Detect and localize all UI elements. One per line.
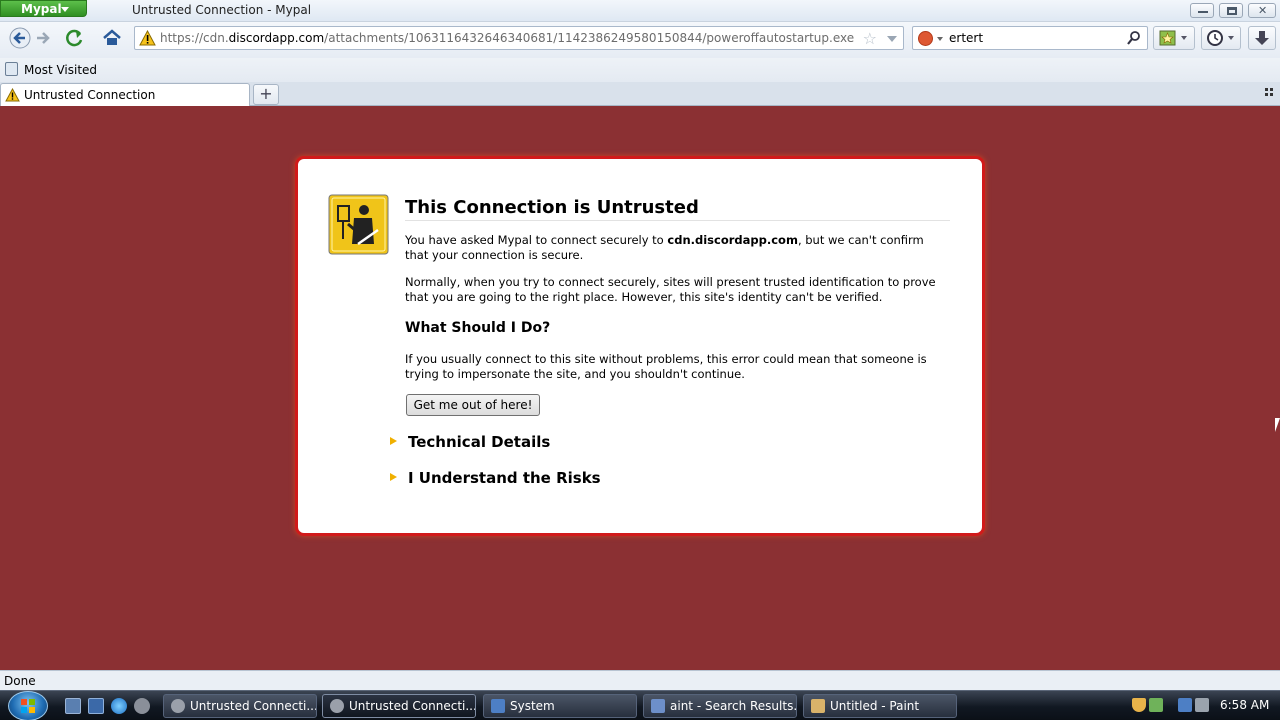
triangle-right-icon bbox=[390, 473, 397, 481]
expander-label: Technical Details bbox=[408, 433, 551, 451]
app-menu-label: Mypal bbox=[21, 2, 62, 16]
mouse-cursor bbox=[1275, 418, 1280, 432]
url-prefix: https://cdn. bbox=[160, 31, 229, 45]
mypal-quicklaunch-icon[interactable] bbox=[134, 698, 150, 714]
minimize-icon bbox=[1198, 11, 1208, 13]
home-button[interactable] bbox=[100, 27, 126, 49]
search-icon[interactable] bbox=[1127, 30, 1141, 46]
mypal-icon bbox=[171, 699, 185, 713]
title-bar: Mypal Untrusted Connection - Mypal ✕ bbox=[0, 0, 1280, 22]
windows-logo-icon bbox=[21, 699, 35, 713]
window-title: Untrusted Connection - Mypal bbox=[132, 3, 312, 17]
forward-button[interactable] bbox=[33, 27, 59, 49]
task-label: Untrusted Connecti... bbox=[190, 699, 317, 713]
clock-icon bbox=[1207, 30, 1234, 46]
paint-icon bbox=[811, 699, 825, 713]
taskbar-item-untrusted-2[interactable]: Untrusted Connecti... bbox=[322, 694, 476, 718]
back-arrow-icon bbox=[9, 27, 31, 49]
status-text: Done bbox=[4, 674, 36, 688]
task-label: Untitled - Paint bbox=[830, 699, 920, 713]
task-label: Untrusted Connecti... bbox=[349, 699, 476, 713]
internet-explorer-icon[interactable] bbox=[111, 698, 127, 714]
certificate-officer-icon bbox=[328, 194, 389, 255]
close-window-button[interactable]: ✕ bbox=[1248, 3, 1276, 18]
error-title: This Connection is Untrusted bbox=[405, 197, 699, 218]
page-content: This Connection is Untrusted You have as… bbox=[0, 106, 1280, 670]
shield-icon[interactable] bbox=[1132, 698, 1146, 712]
app-menu-button[interactable]: Mypal bbox=[0, 0, 87, 17]
error-host: cdn.discordapp.com bbox=[667, 233, 798, 247]
bookmark-star-icon[interactable]: ☆ bbox=[863, 29, 877, 48]
title-divider bbox=[405, 220, 950, 221]
search-engine-dropdown-icon[interactable] bbox=[937, 37, 943, 41]
search-bar[interactable]: ertert bbox=[912, 26, 1148, 50]
what-should-i-do-heading: What Should I Do? bbox=[405, 320, 551, 336]
understand-risks-expander[interactable]: I Understand the Risks bbox=[390, 469, 601, 487]
forward-arrow-icon bbox=[37, 32, 50, 44]
bookmark-label: Most Visited bbox=[24, 63, 98, 77]
search-results-icon bbox=[651, 699, 665, 713]
bookmarks-menu-button[interactable] bbox=[1153, 26, 1195, 50]
volume-muted-icon[interactable] bbox=[1195, 698, 1209, 712]
list-all-tabs-icon[interactable] bbox=[1265, 88, 1274, 97]
url-domain: discordapp.com bbox=[228, 31, 325, 45]
bookmark-folder-icon bbox=[5, 62, 18, 76]
show-desktop-icon[interactable] bbox=[65, 698, 81, 714]
taskbar-item-system[interactable]: System bbox=[483, 694, 637, 718]
reload-button[interactable] bbox=[63, 27, 89, 49]
tab-label: Untrusted Connection bbox=[24, 88, 156, 102]
history-button[interactable] bbox=[1201, 26, 1241, 50]
bookmarks-toolbar: Most Visited bbox=[0, 58, 1280, 82]
mypal-icon bbox=[330, 699, 344, 713]
url-text: https://cdn.discordapp.com/attachments/1… bbox=[160, 31, 854, 45]
error-dialog: This Connection is Untrusted You have as… bbox=[295, 156, 985, 536]
url-dropdown-icon[interactable] bbox=[887, 36, 897, 42]
start-button[interactable] bbox=[8, 691, 48, 720]
taskbar-item-untrusted-1[interactable]: Untrusted Connecti... bbox=[163, 694, 317, 718]
taskbar-item-paint[interactable]: Untitled - Paint bbox=[803, 694, 957, 718]
chevron-down-icon bbox=[61, 7, 69, 12]
task-label: aint - Search Results... bbox=[670, 699, 797, 713]
search-input[interactable]: ertert bbox=[949, 31, 983, 45]
taskbar: Untrusted Connecti... Untrusted Connecti… bbox=[0, 690, 1280, 720]
error-description: You have asked Mypal to connect securely… bbox=[405, 233, 945, 263]
system-icon bbox=[491, 699, 505, 713]
close-icon: ✕ bbox=[1258, 4, 1268, 17]
maximize-button[interactable] bbox=[1219, 3, 1243, 18]
url-path: /attachments/1063116432646340681/1142386… bbox=[324, 31, 855, 45]
expander-label: I Understand the Risks bbox=[408, 469, 601, 487]
reload-icon bbox=[66, 29, 83, 47]
home-icon bbox=[103, 29, 121, 45]
tab-untrusted-connection[interactable]: Untrusted Connection bbox=[0, 83, 250, 106]
switch-windows-icon[interactable] bbox=[88, 698, 104, 714]
triangle-right-icon bbox=[390, 437, 397, 445]
plus-icon: + bbox=[259, 84, 273, 103]
error-explanation: Normally, when you try to connect secure… bbox=[405, 275, 936, 304]
warning-icon bbox=[5, 88, 20, 102]
technical-details-expander[interactable]: Technical Details bbox=[390, 433, 550, 451]
warning-icon bbox=[139, 30, 156, 46]
para1-start: You have asked Mypal to connect securely… bbox=[405, 233, 668, 247]
taskbar-item-search-results[interactable]: aint - Search Results... bbox=[643, 694, 797, 718]
search-engine-icon[interactable] bbox=[918, 31, 933, 46]
get-me-out-button[interactable]: Get me out of here! bbox=[406, 394, 540, 416]
downloads-button[interactable] bbox=[1248, 26, 1276, 50]
tray-app-icon[interactable] bbox=[1149, 698, 1163, 712]
restore-icon bbox=[1227, 7, 1237, 15]
advice-text: If you usually connect to this site with… bbox=[405, 352, 927, 381]
clock[interactable]: 6:58 AM bbox=[1220, 698, 1269, 712]
bookmarks-star-icon bbox=[1159, 30, 1187, 46]
minimize-button[interactable] bbox=[1190, 3, 1214, 18]
tab-strip: Untrusted Connection + bbox=[0, 82, 1280, 106]
status-bar: Done bbox=[0, 670, 1280, 690]
url-bar[interactable]: https://cdn.discordapp.com/attachments/1… bbox=[134, 26, 904, 50]
download-arrow-icon bbox=[1255, 31, 1269, 45]
network-icon[interactable] bbox=[1178, 698, 1192, 712]
task-label: System bbox=[510, 699, 555, 713]
new-tab-button[interactable]: + bbox=[253, 84, 279, 105]
back-button[interactable] bbox=[7, 27, 33, 49]
